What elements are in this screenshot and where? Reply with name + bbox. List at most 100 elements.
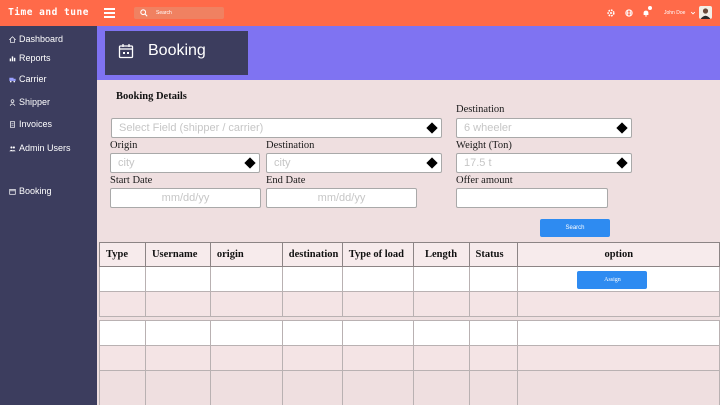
table-cell [517, 345, 720, 371]
users-icon [9, 145, 16, 151]
table-cell [468, 320, 519, 346]
table-cell [281, 320, 343, 346]
start-date-label: Start Date [110, 175, 153, 186]
settings-icon[interactable] [607, 9, 615, 17]
table-cell [99, 370, 146, 405]
end-date-label: End Date [266, 175, 306, 186]
table-cell [468, 345, 519, 371]
sidebar-item-label: Reports [19, 53, 51, 63]
calendar-icon [118, 44, 134, 59]
table-cell [341, 266, 414, 292]
start-date-input[interactable]: mm/dd/yy [110, 188, 261, 208]
table-cell [209, 370, 283, 405]
table-cell [341, 291, 414, 317]
dropdown-arrow-icon[interactable] [244, 157, 256, 169]
dropdown-arrow-icon[interactable] [616, 122, 628, 134]
table-row[interactable] [99, 345, 720, 371]
table-row[interactable] [99, 320, 720, 346]
table-cell [99, 291, 146, 317]
sidebar-item-admin-users[interactable]: Admin Users [9, 141, 71, 155]
bell-icon[interactable] [642, 9, 650, 17]
offer-amount-input[interactable] [456, 188, 608, 208]
column-header-type[interactable]: Type [99, 242, 146, 267]
column-header-origin[interactable]: origin [209, 242, 283, 267]
vehicle-label: Destination [456, 104, 505, 115]
table-cell [209, 320, 283, 346]
dropdown-arrow-icon[interactable] [616, 157, 628, 169]
dropdown-arrow-icon[interactable] [426, 122, 438, 134]
column-header-type-of-load[interactable]: Type of load [341, 242, 414, 267]
search-icon [140, 9, 148, 17]
page-title: Booking [148, 42, 206, 59]
table-cell [341, 370, 414, 405]
table-cell [144, 291, 211, 317]
table-cell [517, 320, 720, 346]
origin-placeholder: city [118, 157, 135, 169]
vehicle-placeholder: 6 wheeler [464, 122, 512, 134]
sidebar: Dashboard Reports Carrier Shipper Invoic… [0, 26, 97, 405]
search-input[interactable] [156, 7, 222, 19]
column-header-status[interactable]: Status [468, 242, 519, 267]
table-cell [144, 320, 211, 346]
column-header-length[interactable]: Length [412, 242, 470, 267]
sidebar-item-shipper[interactable]: Shipper [9, 95, 50, 109]
offer-amount-label: Offer amount [456, 175, 513, 186]
table-cell [412, 266, 470, 292]
avatar[interactable] [699, 6, 712, 19]
table-cell [517, 370, 720, 405]
sidebar-item-carrier[interactable]: Carrier [9, 72, 47, 86]
table-cell [281, 370, 343, 405]
weight-placeholder: 17.5 t [464, 157, 492, 169]
table-cell [412, 320, 470, 346]
sidebar-item-label: Invoices [19, 119, 53, 129]
sidebar-item-dashboard[interactable]: Dashboard [9, 32, 63, 46]
table-cell [99, 320, 146, 346]
bar-chart-icon [9, 55, 16, 61]
table-cell [341, 345, 414, 371]
search-button[interactable]: Search [540, 219, 610, 237]
select-field-dropdown[interactable]: Select Field (shipper / carrier) [111, 118, 442, 138]
table-cell [144, 345, 211, 371]
vehicle-select[interactable]: 6 wheeler [456, 118, 632, 138]
table-cell [412, 370, 470, 405]
weight-select[interactable]: 17.5 t [456, 153, 632, 173]
table-cell [209, 266, 283, 292]
sidebar-item-label: Booking [19, 186, 52, 196]
column-header-destination[interactable]: destination [281, 242, 343, 267]
column-header-option[interactable]: option [517, 242, 720, 267]
brand-logo[interactable]: Time and tune [0, 0, 97, 26]
table-cell [468, 266, 519, 292]
search-box[interactable] [134, 7, 224, 19]
table-row[interactable] [99, 291, 720, 317]
globe-icon[interactable] [625, 9, 633, 17]
user-icon [9, 98, 16, 106]
chevron-down-icon[interactable] [690, 10, 696, 16]
user-name[interactable]: John Doe [664, 10, 685, 16]
sidebar-item-label: Admin Users [19, 143, 71, 153]
destination-label: Destination [266, 140, 315, 151]
table-header-row: Type Username origin destination Type of… [99, 242, 720, 267]
table-row[interactable]: Assign [99, 266, 720, 292]
sidebar-item-invoices[interactable]: Invoices [9, 117, 52, 131]
home-icon [9, 35, 16, 43]
assign-button[interactable]: Assign [577, 271, 648, 289]
table-cell [412, 345, 470, 371]
document-icon [10, 120, 15, 128]
select-field-placeholder: Select Field (shipper / carrier) [119, 122, 264, 134]
column-header-username[interactable]: Username [144, 242, 211, 267]
table-cell: Assign [517, 266, 720, 292]
sidebar-item-booking[interactable]: Booking [9, 184, 52, 198]
start-date-placeholder: mm/dd/yy [161, 192, 210, 204]
dropdown-arrow-icon[interactable] [426, 157, 438, 169]
table-cell [517, 291, 720, 317]
origin-select[interactable]: city [110, 153, 260, 173]
end-date-input[interactable]: mm/dd/yy [266, 188, 417, 208]
page-header-card: Booking [105, 31, 248, 75]
notification-badge [648, 6, 652, 10]
table-cell [99, 345, 146, 371]
destination-select[interactable]: city [266, 153, 442, 173]
menu-icon[interactable] [104, 8, 115, 18]
sidebar-item-reports[interactable]: Reports [9, 51, 51, 65]
end-date-placeholder: mm/dd/yy [317, 192, 366, 204]
section-title: Booking Details [116, 91, 187, 102]
